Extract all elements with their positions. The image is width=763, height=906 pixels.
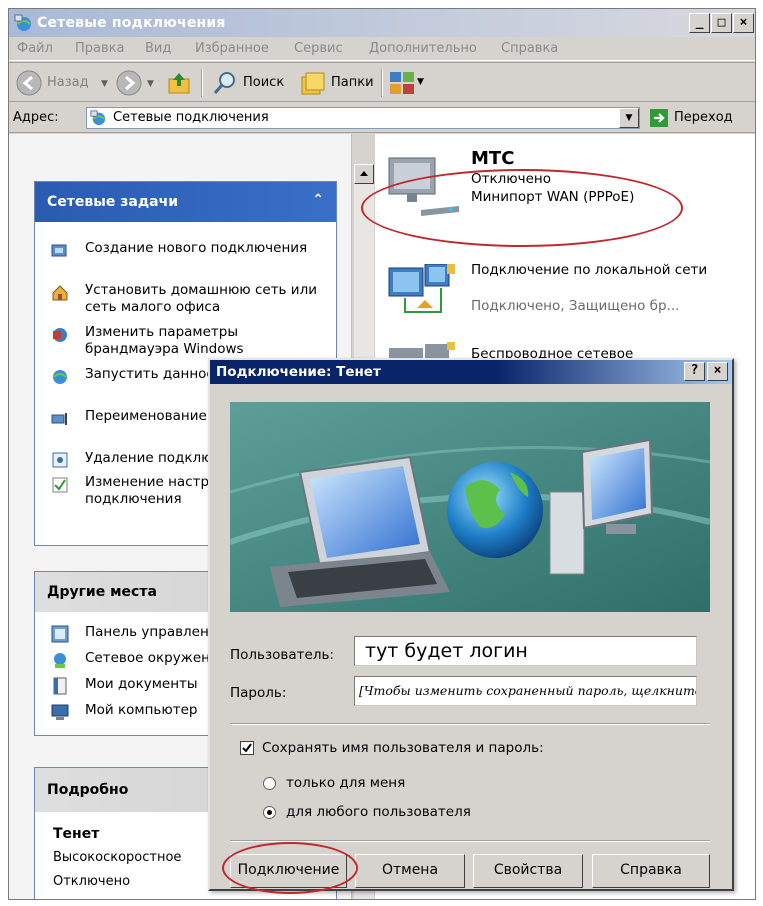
annotation-ellipse-mts [361,169,683,247]
window-title: Сетевые подключения [37,15,226,31]
dialog-divider [230,723,710,725]
radio-only-me[interactable] [263,777,276,790]
menu-help[interactable]: Справка [501,41,558,56]
annotation-ellipse-connect [222,842,358,894]
back-dropdown-icon[interactable]: ▼ [101,79,108,89]
address-value: Сетевые подключения [113,110,269,125]
menu-tools[interactable]: Сервис [294,41,343,56]
connection-name: Подключение по локальной сети [471,262,708,278]
other-places-title: Другие места [47,584,157,600]
folders-button-label[interactable]: Папки [331,75,374,90]
start-connection-icon [51,368,69,386]
details-connection-name: Тенет [53,826,100,842]
password-label: Пароль: [230,685,287,701]
window-titlebar[interactable]: Сетевые подключения _ □ × [9,9,755,37]
password-input[interactable]: [Чтобы изменить сохраненный пароль, щелк… [354,676,697,706]
properties-button[interactable]: Свойства [473,854,583,888]
folders-icon[interactable] [299,69,327,101]
views-icon[interactable] [389,71,415,99]
minimize-button[interactable]: _ [689,13,710,33]
network-tasks-title: Сетевые задачи [47,194,179,210]
maximize-button[interactable]: □ [711,13,732,33]
connect-dialog: Подключение: Тенет ? × Пользователь: тут… [208,358,734,891]
save-credentials-label: Сохранять имя пользователя и пароль: [262,740,544,756]
help-button[interactable]: Справка [592,854,710,888]
my-documents-icon [51,677,69,695]
task-create-connection[interactable]: Создание нового подключения [51,240,333,260]
toolbar-separator [201,69,203,97]
views-dropdown-icon[interactable]: ▼ [417,77,424,87]
details-connection-type: Высокоскоростное [53,850,182,865]
delete-icon [51,451,69,469]
settings-check-icon [51,476,69,494]
username-value: тут будет логин [365,640,528,662]
menu-favorites[interactable]: Избранное [195,41,269,56]
username-input[interactable]: тут будет логин [354,636,697,666]
dialog-help-button[interactable]: ? [684,362,705,381]
address-input[interactable]: Сетевые подключения ▼ [86,107,640,129]
dialog-close-button[interactable]: × [707,362,728,381]
address-label: Адрес: [13,110,59,125]
search-button-label[interactable]: Поиск [243,75,284,90]
forward-arrow-icon[interactable] [115,69,143,101]
go-arrow-icon[interactable] [650,109,668,131]
username-label: Пользователь: [230,647,334,663]
my-computer-icon [51,703,69,721]
forward-dropdown-icon[interactable]: ▼ [147,79,154,89]
close-button[interactable]: × [733,13,754,33]
menu-bar: Файл Правка Вид Избранное Сервис Дополни… [9,37,755,61]
scroll-up-arrow-icon[interactable] [354,164,374,184]
firewall-icon [51,326,69,344]
network-tasks-header[interactable]: Сетевые задачи ⌃ [35,182,336,222]
only-me-label: только для меня [286,775,406,791]
back-arrow-icon[interactable] [15,69,43,101]
menu-advanced[interactable]: Дополнительно [369,41,477,56]
save-credentials-checkbox[interactable] [240,741,254,755]
task-firewall-settings[interactable]: Изменить параметры брандмауэра Windows [53,324,333,358]
cancel-button[interactable]: Отмена [355,854,465,888]
rename-icon [51,410,69,428]
details-connection-status: Отключено [53,874,131,889]
menu-file[interactable]: Файл [17,41,53,56]
menu-view[interactable]: Вид [145,41,171,56]
connection-item-lan[interactable]: Подключение по локальной сети Подключено… [375,260,745,326]
connection-name: МТС [471,148,515,169]
collapse-chevron-icon[interactable]: ⌃ [312,192,324,208]
back-button-label[interactable]: Назад [47,75,89,90]
address-bar: Адрес: Сетевые подключения ▼ Переход [9,103,755,133]
control-panel-icon [51,625,69,643]
search-icon[interactable] [211,69,239,101]
lan-connection-icon [385,263,465,330]
radio-selected-dot [267,810,272,815]
toolbar: Назад ▼ ▼ Поиск Папки ▼ [9,62,755,102]
address-dropdown-icon[interactable]: ▼ [619,108,639,128]
details-title: Подробно [47,782,129,798]
up-folder-icon[interactable] [165,69,193,101]
task-home-network[interactable]: Установить домашнюю сеть или сеть малого… [51,282,333,316]
network-connections-icon [90,110,106,130]
network-connections-icon [14,14,32,32]
dialog-titlebar[interactable]: Подключение: Тенет ? × [210,360,732,384]
new-connection-icon [51,242,69,260]
connection-status: Подключено, Защищено бр... [471,298,680,314]
toolbar-separator [381,69,383,97]
home-network-icon [51,284,69,302]
menu-edit[interactable]: Правка [75,41,124,56]
radio-any-user[interactable] [263,806,276,819]
any-user-label: для любого пользователя [286,804,471,820]
dialog-title: Подключение: Тенет [216,364,381,380]
connection-banner-image [230,402,710,612]
password-placeholder: [Чтобы изменить сохраненный пароль, щелк… [359,683,697,698]
go-button[interactable]: Переход [674,110,733,125]
network-neighborhood-icon [51,651,69,669]
